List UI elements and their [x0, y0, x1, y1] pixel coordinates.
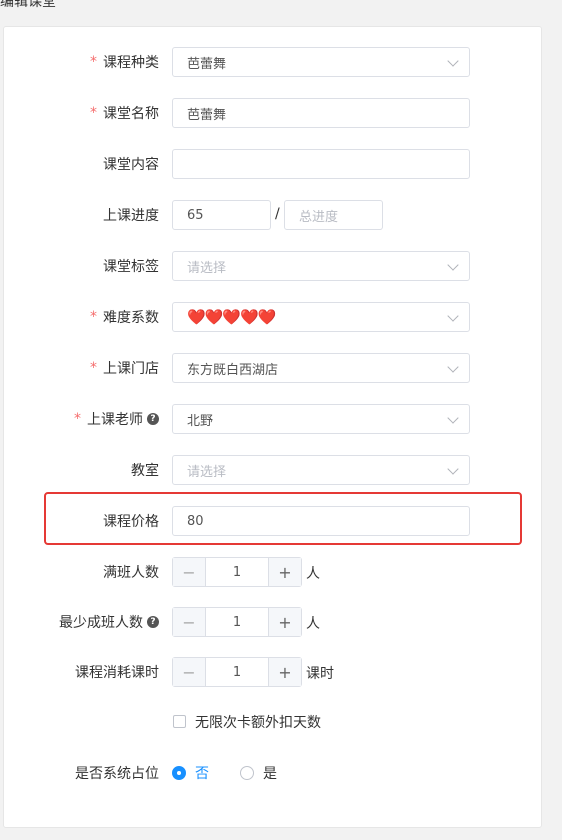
min-class-label: 最少成班人数 ? — [59, 606, 159, 638]
required-mark: * — [90, 54, 97, 70]
progress-label: 上课进度 — [103, 208, 159, 224]
store-label: * 上课门店 — [90, 360, 159, 377]
class-tags-label: 课堂标签 — [103, 259, 159, 275]
radio-yes[interactable] — [240, 766, 254, 780]
classroom-select[interactable]: 请选择 — [172, 455, 470, 485]
unit-label: 人 — [306, 616, 320, 632]
class-tags-select[interactable]: 请选择 — [172, 251, 470, 281]
required-mark: * — [90, 360, 97, 376]
chevron-down-icon — [447, 463, 459, 475]
course-type-select[interactable]: 芭蕾舞 — [172, 47, 470, 77]
required-mark: * — [74, 411, 81, 427]
decrement-button[interactable]: − — [173, 558, 206, 586]
class-content-input[interactable] — [172, 149, 470, 179]
radio-yes-label[interactable]: 是 — [263, 763, 277, 783]
teacher-select[interactable]: 北野 — [172, 404, 470, 434]
hours-label: 课程消耗课时 — [75, 665, 159, 681]
price-input[interactable]: 80 — [172, 506, 470, 536]
page-title: 编辑课堂 — [0, 0, 56, 10]
difficulty-label: * 难度系数 — [90, 309, 159, 326]
chevron-down-icon — [447, 55, 459, 67]
total-progress-input[interactable]: 总进度 — [284, 200, 383, 230]
stepper-value[interactable]: 1 — [206, 608, 268, 636]
help-icon[interactable]: ? — [147, 413, 159, 425]
increment-button[interactable]: + — [268, 558, 301, 586]
class-content-label: 课堂内容 — [103, 157, 159, 173]
help-icon[interactable]: ? — [147, 616, 159, 628]
class-name-label: * 课堂名称 — [90, 105, 159, 122]
unlimited-card-label[interactable]: 无限次卡额外扣天数 — [195, 712, 321, 732]
difficulty-select[interactable]: ❤️❤️❤️❤️❤️ — [172, 302, 470, 332]
heart-rating: ❤️❤️❤️❤️❤️ — [187, 308, 276, 326]
price-label: 课程价格 — [103, 514, 159, 530]
progress-input[interactable]: 65 — [172, 200, 271, 230]
store-select[interactable]: 东方既白西湖店 — [172, 353, 470, 383]
chevron-down-icon — [447, 310, 459, 322]
decrement-button[interactable]: − — [173, 658, 206, 686]
chevron-down-icon — [447, 361, 459, 373]
system-slot-label: 是否系统占位 — [75, 766, 159, 782]
unit-label: 课时 — [306, 666, 334, 682]
min-class-stepper[interactable]: − 1 + — [172, 607, 302, 637]
stepper-value[interactable]: 1 — [206, 658, 268, 686]
progress-separator: / — [275, 206, 280, 222]
radio-no[interactable] — [172, 766, 186, 780]
decrement-button[interactable]: − — [173, 608, 206, 636]
full-class-stepper[interactable]: − 1 + — [172, 557, 302, 587]
increment-button[interactable]: + — [268, 658, 301, 686]
hours-stepper[interactable]: − 1 + — [172, 657, 302, 687]
radio-no-label[interactable]: 否 — [195, 763, 209, 783]
unlimited-card-checkbox[interactable] — [173, 715, 186, 728]
increment-button[interactable]: + — [268, 608, 301, 636]
course-type-label: * 课程种类 — [90, 54, 159, 71]
full-class-label: 满班人数 — [103, 565, 159, 581]
stepper-value[interactable]: 1 — [206, 558, 268, 586]
required-mark: * — [90, 105, 97, 121]
chevron-down-icon — [447, 412, 459, 424]
class-name-input[interactable]: 芭蕾舞 — [172, 98, 470, 128]
unit-label: 人 — [306, 566, 320, 582]
teacher-label: * 上课老师 ? — [74, 403, 159, 435]
required-mark: * — [90, 309, 97, 325]
classroom-label: 教室 — [131, 463, 159, 479]
chevron-down-icon — [447, 259, 459, 271]
